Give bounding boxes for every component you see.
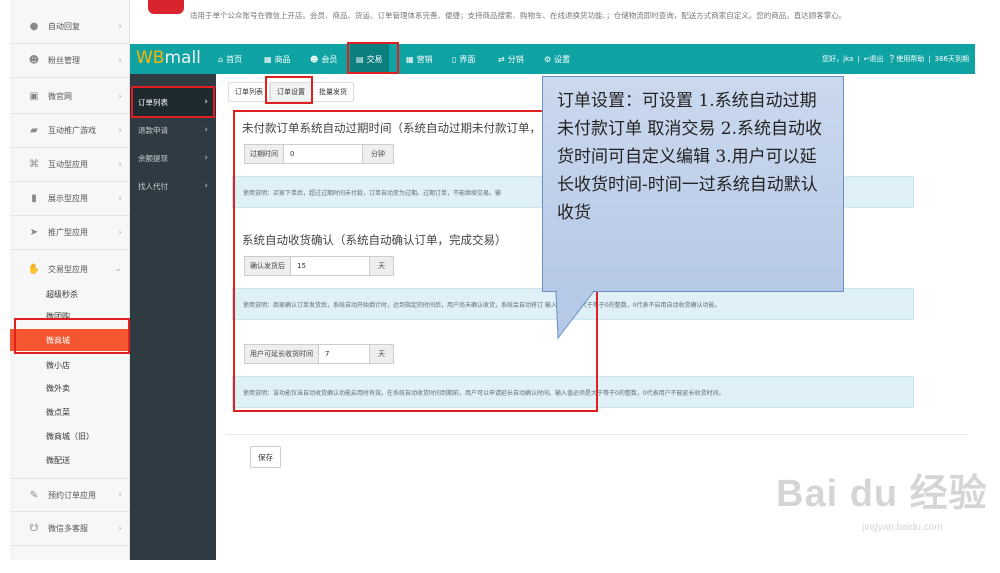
chevron-right-icon: › [204, 125, 208, 135]
brand-mall: mall [164, 48, 201, 68]
home-icon: ⌂ [218, 54, 224, 64]
sidebar-item-interactive-apps[interactable]: ⌘ 互动型应用 › [10, 148, 130, 182]
chevron-right-icon: › [204, 153, 208, 163]
headset-icon: ☋ [29, 523, 39, 534]
sub-item-takeout[interactable]: 微外卖 [10, 377, 130, 399]
user-icon: ☻ [310, 54, 319, 64]
chevron-right-icon: › [118, 21, 122, 32]
annotation-box-order-settings-tab [265, 76, 313, 104]
chevron-right-icon: › [118, 55, 122, 66]
brand-logo[interactable]: WBmall [136, 48, 201, 68]
save-button[interactable]: 保存 [250, 446, 281, 468]
sidebar-item-website[interactable]: ▣ 微官网 › [10, 80, 130, 114]
website-icon: ▣ [29, 91, 39, 102]
chevron-down-icon: ⌄ [114, 264, 122, 274]
user-greeting: 您好，jka [822, 55, 854, 63]
app-description: 适用于单个公众账号在微信上开店。会员、商品、货运、订单管理体系完善、便捷；支持商… [190, 11, 847, 20]
separator: | [928, 55, 931, 63]
sidebar-item-display-apps[interactable]: ▮ 展示型应用 › [10, 182, 130, 216]
chat-icon: ● [29, 21, 39, 32]
sidebar-item-promo-apps[interactable]: ➤ 推广型应用 › [10, 216, 130, 250]
sub-item-old-mall[interactable]: 微商城（旧） [10, 425, 130, 447]
chevron-right-icon: › [118, 159, 122, 170]
tab-order-list[interactable]: 订单列表 [228, 82, 270, 102]
sidebar-item-label: 微官网 [48, 92, 72, 101]
submenu-withdraw[interactable]: 余额提现 › [130, 144, 216, 172]
command-icon: ⌘ [29, 159, 39, 170]
sidebar-item-label: 微信多客服 [48, 524, 88, 533]
callout-tail-join [557, 288, 593, 292]
chevron-right-icon: › [118, 125, 122, 136]
sub-item-ordering[interactable]: 微点菜 [10, 401, 130, 423]
sidebar-item-label: 交易型应用 [48, 264, 88, 274]
users-icon: ☻ [28, 55, 40, 66]
sub-item-flash-sale[interactable]: 超级秒杀 [10, 283, 130, 305]
sidebar-item-label: 预约订单应用 [48, 490, 96, 500]
sidebar-item-booking[interactable]: ✎ 预约订单应用 › [10, 478, 130, 512]
sidebar-item-label: 推广型应用 [48, 228, 88, 237]
navbar-user-area: 您好，jka | ↩ 退出 ❔ 使用帮助 | 366天到期 [822, 44, 969, 74]
chevron-right-icon: › [118, 193, 122, 204]
grid-icon: ▦ [406, 54, 414, 64]
annotation-callout: 订单设置：可设置 1.系统自动过期未付款订单 取消交易 2.系统自动收货时间可自… [542, 76, 844, 292]
sidebar-item-auto-reply[interactable]: ● 自动回复 › [10, 10, 130, 44]
callout-pointer [555, 288, 596, 340]
callout-tail-shape [555, 290, 596, 340]
brand-wb: WB [136, 48, 165, 68]
grid-icon: ▦ [264, 54, 272, 64]
sidebar-item-label: 粉丝管理 [48, 56, 80, 65]
baidu-watermark: Bai du 经验 jingyan.baidu.com [768, 462, 988, 542]
sidebar-item-customer-service[interactable]: ☋ 微信多客服 › [10, 512, 130, 546]
sidebar-item-label: 展示型应用 [48, 194, 88, 203]
chevron-right-icon: › [118, 227, 122, 238]
mobile-icon: ▯ [452, 54, 457, 64]
sidebar-item-games[interactable]: ▰ 互动推广游戏 › [10, 114, 130, 148]
annotation-box-micro-mall [14, 318, 130, 354]
gamepad-icon: ▰ [30, 125, 38, 136]
help-link[interactable]: 使用帮助 [896, 54, 924, 64]
sidebar-item-label: 自动回复 [48, 22, 80, 31]
top-navbar: WBmall ⌂ 首页 ▦ 商品 ☻ 会员 ▤ 交易 ▦ 营销 ▯ 界面 ⇄ 分销 ⚙ 设置 您… [130, 44, 975, 74]
chevron-right-icon: › [118, 91, 122, 102]
chevron-right-icon: › [204, 181, 208, 191]
share-icon: ➤ [29, 227, 39, 238]
help-icon: ❔ [887, 55, 897, 63]
app-banner: 适用于单个公众账号在微信上开店。会员、商品、货运、订单管理体系完善、便捷；支持商… [130, 0, 990, 42]
form-divider [226, 434, 968, 435]
nav-distribution[interactable]: ⇄ 分销 [498, 44, 524, 74]
separator: | [857, 55, 860, 63]
watermark-logo-text: Bai du 经验 [776, 473, 988, 515]
sidebar-item-fans[interactable]: ☻ 粉丝管理 › [10, 44, 130, 78]
watermark-url: jingyan.baidu.com [862, 522, 943, 533]
edit-icon: ✎ [29, 489, 39, 501]
nav-interface[interactable]: ▯ 界面 [452, 44, 475, 74]
sidebar-item-trade-apps[interactable]: ✋ 交易型应用 ⌄ [10, 252, 130, 286]
nav-marketing[interactable]: ▦ 营销 [406, 44, 433, 74]
nav-home[interactable]: ⌂ 首页 [218, 44, 242, 74]
app-logo [148, 0, 184, 14]
sub-item-micro-shop[interactable]: 微小店 [10, 354, 130, 376]
annotation-box-nav-trade [347, 42, 399, 74]
shuffle-icon: ⇄ [498, 54, 505, 64]
trade-submenu: 订单列表 › 退款申请 › 余额提现 › 找人代付 › [130, 74, 216, 560]
days-remaining: 366天到期 [934, 55, 969, 63]
nav-members[interactable]: ☻ 会员 [310, 44, 337, 74]
nav-products[interactable]: ▦ 商品 [264, 44, 291, 74]
chevron-right-icon: › [118, 523, 122, 534]
tab-batch-ship[interactable]: 批量发货 [312, 82, 354, 102]
sub-item-delivery[interactable]: 微配送 [10, 449, 130, 471]
annotation-box-order-list [131, 86, 215, 118]
hand-icon: ✋ [27, 263, 41, 275]
nav-settings[interactable]: ⚙ 设置 [544, 44, 570, 74]
logout-link[interactable]: 退出 [870, 54, 884, 64]
sidebar-item-label: 互动型应用 [48, 160, 88, 169]
chevron-right-icon: › [118, 490, 122, 500]
app-sidebar: ● 自动回复 › ☻ 粉丝管理 › ▣ 微官网 › ▰ 互动推广游戏 › ⌘ 互… [10, 0, 130, 560]
submenu-refund[interactable]: 退款申请 › [130, 116, 216, 144]
gear-icon: ⚙ [544, 54, 552, 64]
submenu-proxy-pay[interactable]: 找人代付 › [130, 172, 216, 200]
sidebar-item-label: 互动推广游戏 [48, 126, 96, 135]
book-icon: ▮ [31, 193, 37, 204]
